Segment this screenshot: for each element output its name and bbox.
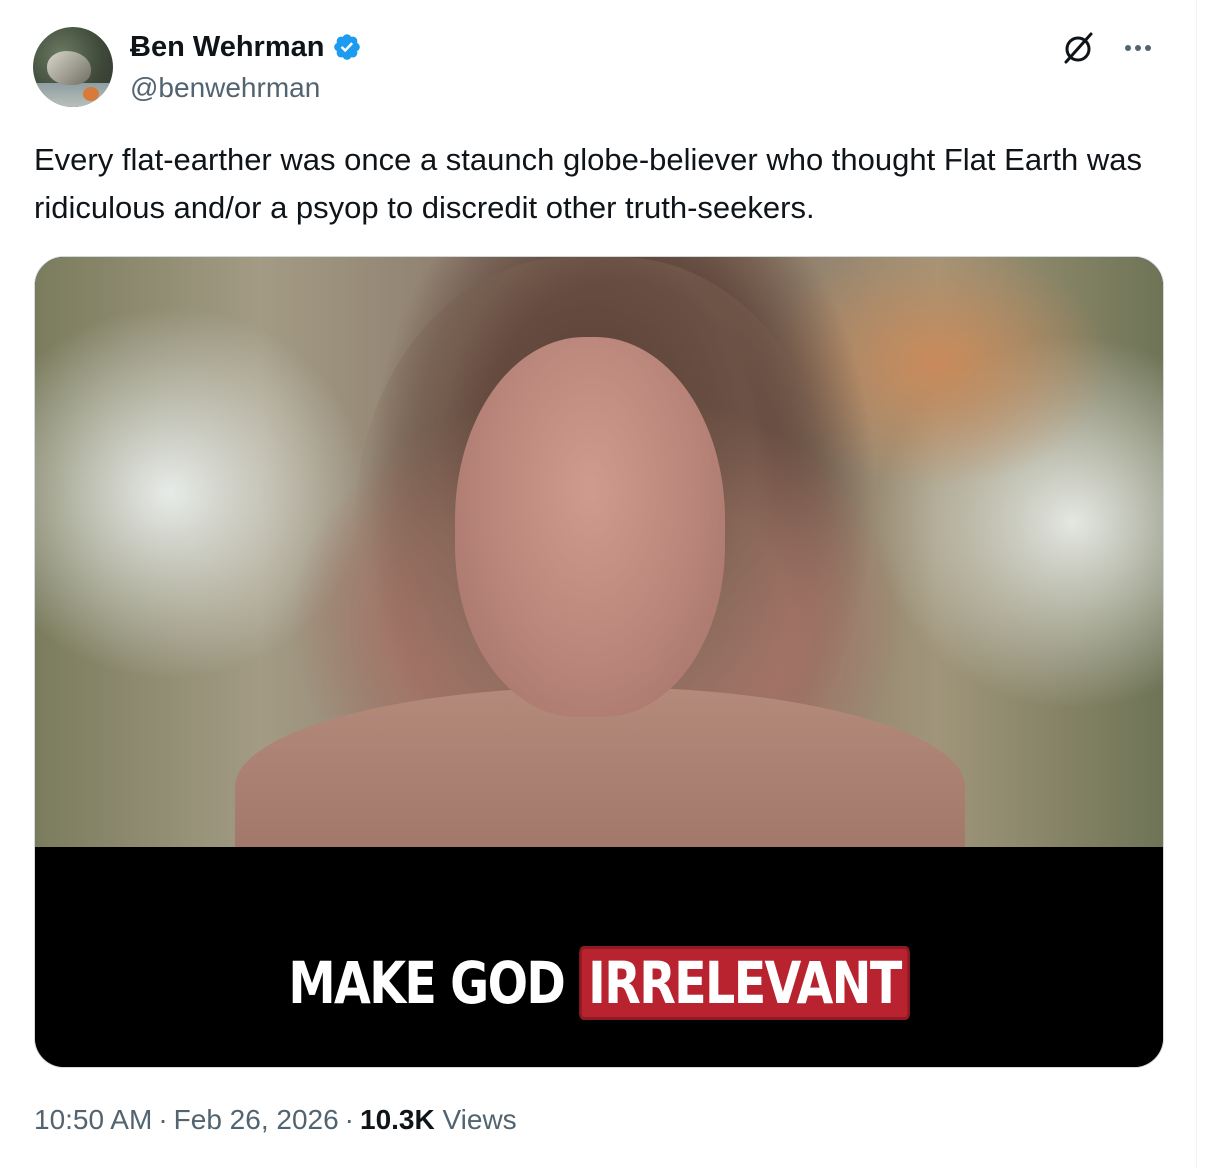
meta-separator: ·	[158, 1104, 168, 1135]
author-handle[interactable]: @benwehrman	[130, 72, 362, 104]
views-count[interactable]: 10.3K	[360, 1104, 435, 1135]
tweet-date[interactable]: Feb 26, 2026	[174, 1104, 339, 1135]
tweet-time[interactable]: 10:50 AM	[34, 1104, 152, 1135]
avatar-detail	[83, 87, 99, 101]
author-display-name[interactable]: Ƀen Wehrman	[130, 31, 324, 64]
avatar[interactable]	[33, 27, 113, 107]
verified-badge-icon[interactable]	[332, 32, 362, 62]
views-label: Views	[442, 1104, 517, 1135]
grok-icon[interactable]	[1058, 28, 1098, 68]
tweet-meta: 10:50 AM · Feb 26, 2026 · 10.3K Views	[34, 1104, 517, 1136]
tweet-card: Ƀen Wehrman @benwehrman Every flat-earth…	[0, 0, 1197, 1168]
author-block: Ƀen Wehrman @benwehrman	[130, 30, 362, 104]
more-icon[interactable]	[1120, 30, 1156, 66]
video-subject-face	[455, 337, 725, 717]
video-caption: MAKE GOD IRRELEVANT	[137, 946, 1062, 1020]
tweet-text: Every flat-earther was once a staunch gl…	[34, 142, 1142, 225]
meta-separator: ·	[344, 1104, 354, 1135]
video-caption-highlight: IRRELEVANT	[579, 946, 910, 1020]
avatar-water	[33, 83, 113, 107]
name-row: Ƀen Wehrman	[130, 30, 362, 64]
avatar-rock	[47, 51, 91, 85]
tweet-video[interactable]: MAKE GOD IRRELEVANT	[34, 256, 1164, 1068]
top-actions	[1058, 28, 1156, 68]
video-caption-text: MAKE GOD	[288, 949, 566, 1017]
